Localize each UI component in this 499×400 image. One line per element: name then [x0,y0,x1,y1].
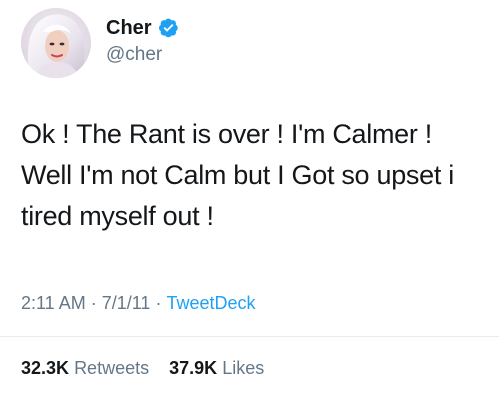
name-row: Cher [106,16,179,40]
user-names: Cher @cher [106,16,179,67]
likes-stat[interactable]: 37.9K Likes [169,357,264,379]
retweets-stat[interactable]: 32.3K Retweets [21,357,149,379]
likes-count: 37.9K [169,358,218,378]
verified-badge-icon [158,17,179,38]
tweet-time[interactable]: 2:11 AM [21,293,86,313]
likes-label: Likes [222,358,265,378]
tweet-stats: 32.3K Retweets 37.9K Likes [21,357,264,379]
retweets-count: 32.3K [21,358,70,378]
tweet-text: Ok ! The Rant is over ! I'm Calmer ! Wel… [21,119,454,231]
retweets-label: Retweets [74,358,150,378]
user-handle[interactable]: @cher [106,43,179,67]
avatar[interactable] [21,8,91,78]
tweet-header: Cher @cher [21,8,179,78]
tweet-meta: 2:11 AM · 7/1/11 · TweetDeck [21,292,255,314]
meta-separator: · [90,293,97,313]
meta-separator: · [155,293,162,313]
display-name[interactable]: Cher [106,16,152,40]
tweet-card: Cher @cher Ok ! The Rant is over ! I'm C… [0,0,499,400]
tweet-date[interactable]: 7/1/11 [102,293,151,313]
tweet-source-link[interactable]: TweetDeck [166,293,255,313]
divider [0,336,499,337]
